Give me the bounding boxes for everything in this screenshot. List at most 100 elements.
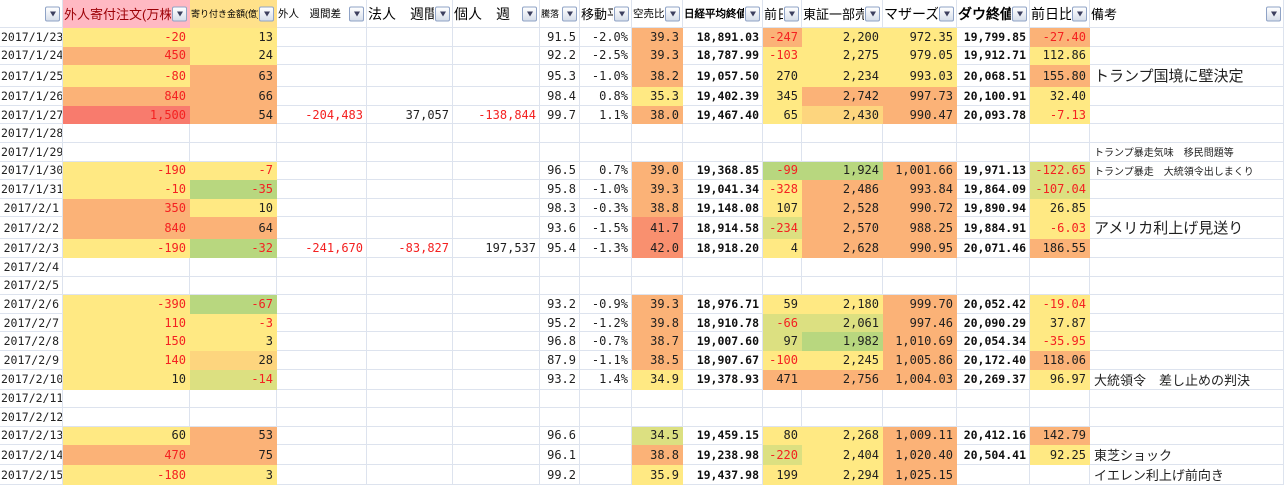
cell-individual-weekly[interactable] <box>453 351 540 370</box>
cell-tse1-value[interactable]: 2,528 <box>802 199 883 218</box>
nikkei-change-filter-button[interactable] <box>784 6 799 21</box>
cell-short-sell-ratio[interactable]: 38.5 <box>632 351 683 370</box>
cell-nikkei-close[interactable]: 18,918.20 <box>683 239 763 258</box>
cell-foreign-weekly[interactable] <box>277 143 367 162</box>
cell-nikkei-change[interactable]: -328 <box>763 180 802 199</box>
cell-nikkei-change[interactable]: -99 <box>763 162 802 181</box>
cell-mothers[interactable]: 988.25 <box>883 217 957 239</box>
cell-dow-close[interactable]: 20,071.46 <box>957 239 1030 258</box>
cell-individual-weekly[interactable] <box>453 314 540 333</box>
cell-corporate-weekly[interactable] <box>367 427 453 446</box>
cell-nikkei-change[interactable]: -247 <box>763 28 802 47</box>
cell-mothers[interactable]: 997.46 <box>883 314 957 333</box>
cell-foreign-weekly[interactable]: -241,670 <box>277 239 367 258</box>
cell-updown-ratio[interactable]: 95.8 <box>540 180 580 199</box>
cell-date[interactable]: 2017/1/30 <box>0 162 63 181</box>
cell-moving-avg[interactable]: -1.2% <box>580 314 632 333</box>
cell-individual-weekly[interactable] <box>453 47 540 66</box>
cell-nikkei-change[interactable]: 270 <box>763 65 802 87</box>
cell-corporate-weekly[interactable] <box>367 370 453 390</box>
cell-individual-weekly[interactable] <box>453 28 540 47</box>
column-header-tse1-value[interactable]: 東証一部売 <box>802 0 883 28</box>
cell-date[interactable]: 2017/2/10 <box>0 370 63 390</box>
cell-nikkei-change[interactable] <box>763 124 802 143</box>
cell-corporate-weekly[interactable]: -83,827 <box>367 239 453 258</box>
cell-dow-close[interactable]: 20,172.40 <box>957 351 1030 370</box>
column-header-nikkei-change[interactable]: 前日 <box>763 0 802 28</box>
short-sell-ratio-filter-button[interactable] <box>665 6 680 21</box>
cell-foreign-open-orders[interactable] <box>63 258 190 277</box>
cell-corporate-weekly[interactable] <box>367 332 453 351</box>
cell-moving-avg[interactable] <box>580 390 632 409</box>
cell-tse1-value[interactable] <box>802 390 883 409</box>
cell-individual-weekly[interactable] <box>453 277 540 296</box>
cell-nikkei-close[interactable]: 18,914.58 <box>683 217 763 239</box>
cell-foreign-open-orders[interactable]: 470 <box>63 445 190 465</box>
cell-foreign-weekly[interactable] <box>277 199 367 218</box>
cell-short-sell-ratio[interactable]: 39.3 <box>632 28 683 47</box>
cell-corporate-weekly[interactable] <box>367 258 453 277</box>
cell-foreign-open-orders[interactable] <box>63 408 190 427</box>
cell-moving-avg[interactable] <box>580 277 632 296</box>
cell-tse1-value[interactable]: 2,570 <box>802 217 883 239</box>
cell-mothers[interactable]: 1,005.86 <box>883 351 957 370</box>
cell-notes[interactable] <box>1090 124 1284 143</box>
cell-open-amount[interactable]: 24 <box>190 47 277 66</box>
cell-foreign-weekly[interactable] <box>277 314 367 333</box>
cell-dow-close[interactable]: 19,890.94 <box>957 199 1030 218</box>
cell-corporate-weekly[interactable] <box>367 87 453 106</box>
cell-mothers[interactable]: 990.47 <box>883 106 957 125</box>
individual-weekly-filter-button[interactable] <box>522 6 537 21</box>
cell-tse1-value[interactable]: 2,268 <box>802 427 883 446</box>
cell-tse1-value[interactable] <box>802 408 883 427</box>
cell-corporate-weekly[interactable] <box>367 314 453 333</box>
cell-foreign-open-orders[interactable]: 840 <box>63 87 190 106</box>
cell-moving-avg[interactable] <box>580 445 632 465</box>
cell-foreign-open-orders[interactable]: -390 <box>63 295 190 314</box>
cell-individual-weekly[interactable] <box>453 162 540 181</box>
cell-open-amount[interactable]: 54 <box>190 106 277 125</box>
cell-mothers[interactable]: 990.95 <box>883 239 957 258</box>
cell-date[interactable]: 2017/2/7 <box>0 314 63 333</box>
cell-individual-weekly[interactable] <box>453 465 540 485</box>
cell-dow-change[interactable]: 26.85 <box>1030 199 1090 218</box>
cell-mothers[interactable]: 1,009.11 <box>883 427 957 446</box>
cell-notes[interactable] <box>1090 180 1284 199</box>
column-header-foreign-open-orders[interactable]: 外人寄付注文(万株) <box>63 0 190 28</box>
cell-tse1-value[interactable] <box>802 258 883 277</box>
cell-nikkei-close[interactable]: 18,787.99 <box>683 47 763 66</box>
cell-tse1-value[interactable]: 2,628 <box>802 239 883 258</box>
cell-tse1-value[interactable]: 2,234 <box>802 65 883 87</box>
cell-dow-close[interactable] <box>957 408 1030 427</box>
tse1-value-filter-button[interactable] <box>865 6 880 21</box>
cell-nikkei-close[interactable]: 19,467.40 <box>683 106 763 125</box>
cell-tse1-value[interactable] <box>802 124 883 143</box>
cell-dow-close[interactable] <box>957 143 1030 162</box>
cell-nikkei-change[interactable]: 199 <box>763 465 802 485</box>
cell-dow-close[interactable]: 19,912.71 <box>957 47 1030 66</box>
cell-moving-avg[interactable]: -0.7% <box>580 332 632 351</box>
cell-dow-change[interactable] <box>1030 277 1090 296</box>
cell-foreign-weekly[interactable] <box>277 180 367 199</box>
cell-corporate-weekly[interactable] <box>367 390 453 409</box>
cell-corporate-weekly[interactable] <box>367 28 453 47</box>
column-header-updown-ratio[interactable]: 騰落レシ <box>540 0 580 28</box>
cell-foreign-open-orders[interactable]: 350 <box>63 199 190 218</box>
cell-updown-ratio[interactable] <box>540 143 580 162</box>
cell-nikkei-change[interactable]: 80 <box>763 427 802 446</box>
cell-moving-avg[interactable] <box>580 427 632 446</box>
cell-open-amount[interactable]: 13 <box>190 28 277 47</box>
cell-short-sell-ratio[interactable]: 38.2 <box>632 65 683 87</box>
cell-short-sell-ratio[interactable]: 38.7 <box>632 332 683 351</box>
cell-mothers[interactable] <box>883 408 957 427</box>
cell-tse1-value[interactable]: 2,756 <box>802 370 883 390</box>
cell-moving-avg[interactable] <box>580 124 632 143</box>
cell-foreign-open-orders[interactable]: 450 <box>63 47 190 66</box>
cell-dow-change[interactable]: 96.97 <box>1030 370 1090 390</box>
cell-individual-weekly[interactable] <box>453 370 540 390</box>
cell-moving-avg[interactable]: -1.5% <box>580 217 632 239</box>
cell-mothers[interactable]: 993.84 <box>883 180 957 199</box>
cell-date[interactable]: 2017/2/3 <box>0 239 63 258</box>
cell-short-sell-ratio[interactable]: 39.3 <box>632 295 683 314</box>
cell-open-amount[interactable] <box>190 124 277 143</box>
